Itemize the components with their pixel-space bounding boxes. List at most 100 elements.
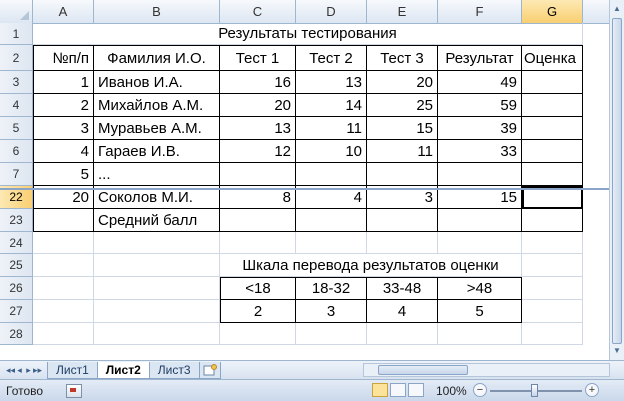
last-sheet-icon[interactable]: ▸▸ — [33, 365, 42, 376]
cell-num[interactable]: 2 — [33, 94, 94, 117]
column-header-a[interactable]: A — [33, 0, 94, 23]
row-header[interactable]: 6 — [0, 140, 33, 163]
header-cell-num[interactable]: №п/п — [33, 45, 94, 71]
cell-num[interactable] — [33, 209, 94, 232]
row-header[interactable]: 3 — [0, 71, 33, 94]
zoom-slider-thumb[interactable] — [531, 384, 538, 397]
cell-test1[interactable]: 16 — [220, 71, 296, 94]
cell-test1[interactable]: 13 — [220, 117, 296, 140]
cell-result[interactable] — [438, 209, 522, 232]
scale-range-cell[interactable]: 18-32 — [296, 277, 367, 300]
cell-test3[interactable]: 25 — [367, 94, 438, 117]
empty-cell[interactable] — [522, 277, 583, 300]
empty-cell[interactable] — [33, 254, 94, 277]
row-header[interactable]: 1 — [0, 23, 33, 45]
cell-test3[interactable]: 20 — [367, 71, 438, 94]
header-cell-result[interactable]: Результат — [438, 45, 522, 71]
empty-cell[interactable] — [94, 300, 220, 323]
zoom-out-icon[interactable]: − — [473, 383, 487, 397]
cell-test1[interactable]: 20 — [220, 94, 296, 117]
cell-result[interactable] — [438, 163, 522, 186]
scale-grade-cell[interactable]: 4 — [367, 300, 438, 323]
scroll-up-icon[interactable]: ▲ — [612, 3, 622, 15]
macro-record-icon[interactable] — [66, 384, 82, 398]
page-break-view-icon[interactable] — [408, 383, 424, 397]
cell-test3[interactable]: 15 — [367, 117, 438, 140]
empty-cell[interactable] — [438, 323, 522, 345]
cell-grade[interactable] — [522, 140, 583, 163]
cell-name[interactable]: Михайлов А.М. — [94, 94, 220, 117]
scale-grade-cell[interactable]: 2 — [220, 300, 296, 323]
cell-num[interactable]: 5 — [33, 163, 94, 186]
select-all-corner[interactable] — [0, 0, 33, 23]
empty-cell[interactable] — [522, 232, 583, 254]
empty-cell[interactable] — [220, 323, 296, 345]
row-header[interactable]: 26 — [0, 277, 33, 300]
scale-grade-cell[interactable]: 3 — [296, 300, 367, 323]
row-header[interactable]: 2 — [0, 45, 33, 71]
cell-test3[interactable]: 11 — [367, 140, 438, 163]
cell-test2[interactable] — [296, 209, 367, 232]
cell-result[interactable]: 49 — [438, 71, 522, 94]
row-header[interactable]: 27 — [0, 300, 33, 323]
scale-range-cell[interactable]: <18 — [220, 277, 296, 300]
row-header[interactable]: 25 — [0, 254, 33, 277]
cell-test1[interactable] — [220, 163, 296, 186]
cell-num[interactable]: 1 — [33, 71, 94, 94]
cell-result[interactable]: 59 — [438, 94, 522, 117]
header-cell-grade[interactable]: Оценка — [522, 45, 583, 71]
empty-cell[interactable] — [94, 254, 220, 277]
empty-cell[interactable] — [438, 232, 522, 254]
zoom-level[interactable]: 100% — [436, 384, 467, 398]
normal-view-icon[interactable] — [372, 383, 388, 397]
cell-test1[interactable]: 12 — [220, 140, 296, 163]
vertical-scrollbar[interactable]: ▲ ▼ — [609, 0, 624, 360]
sheet-tab-3[interactable]: Лист3 — [148, 362, 200, 379]
cell-result[interactable]: 39 — [438, 117, 522, 140]
empty-cell[interactable] — [296, 232, 367, 254]
row-header[interactable]: 7 — [0, 163, 33, 186]
empty-cell[interactable] — [33, 323, 94, 345]
table-title-cell[interactable]: Результаты тестирования — [33, 23, 583, 45]
empty-cell[interactable] — [94, 277, 220, 300]
cell-grade[interactable] — [522, 71, 583, 94]
column-header-e[interactable]: E — [367, 0, 438, 23]
insert-sheet-icon[interactable] — [198, 362, 221, 379]
cell-grade[interactable] — [522, 209, 583, 232]
header-cell-test1[interactable]: Тест 1 — [220, 45, 296, 71]
cell-num[interactable]: 3 — [33, 117, 94, 140]
empty-cell[interactable] — [33, 300, 94, 323]
horizontal-scroll-thumb[interactable] — [378, 365, 468, 375]
horizontal-scrollbar[interactable] — [363, 363, 610, 377]
cell-test2[interactable] — [296, 163, 367, 186]
cell-num[interactable]: 4 — [33, 140, 94, 163]
cell-name[interactable]: Иванов И.А. — [94, 71, 220, 94]
scale-range-cell[interactable]: >48 — [438, 277, 522, 300]
page-layout-view-icon[interactable] — [390, 383, 406, 397]
scale-grade-cell[interactable]: 5 — [438, 300, 522, 323]
empty-cell[interactable] — [367, 323, 438, 345]
row-header[interactable]: 24 — [0, 232, 33, 254]
row-header[interactable]: 28 — [0, 323, 33, 345]
row-header[interactable]: 5 — [0, 117, 33, 140]
first-sheet-icon[interactable]: ◂◂ — [6, 365, 15, 376]
cell-grade[interactable] — [522, 117, 583, 140]
column-header-b[interactable]: B — [94, 0, 220, 23]
cell-name[interactable]: ... — [94, 163, 220, 186]
column-header-g[interactable]: G — [522, 0, 583, 23]
empty-cell[interactable] — [522, 300, 583, 323]
prev-sheet-icon[interactable]: ◂ — [15, 365, 24, 376]
row-header[interactable]: 23 — [0, 209, 33, 232]
empty-cell[interactable] — [522, 323, 583, 345]
cell-test2[interactable]: 14 — [296, 94, 367, 117]
cell-test2[interactable]: 10 — [296, 140, 367, 163]
cell-test1[interactable] — [220, 209, 296, 232]
sheet-tab-1[interactable]: Лист1 — [47, 362, 98, 379]
empty-cell[interactable] — [220, 232, 296, 254]
empty-cell[interactable] — [296, 323, 367, 345]
empty-cell[interactable] — [94, 232, 220, 254]
cell-grade[interactable] — [522, 94, 583, 117]
vertical-scroll-thumb[interactable] — [612, 18, 622, 344]
zoom-in-icon[interactable]: + — [585, 383, 599, 397]
next-sheet-icon[interactable]: ▸ — [24, 365, 33, 376]
